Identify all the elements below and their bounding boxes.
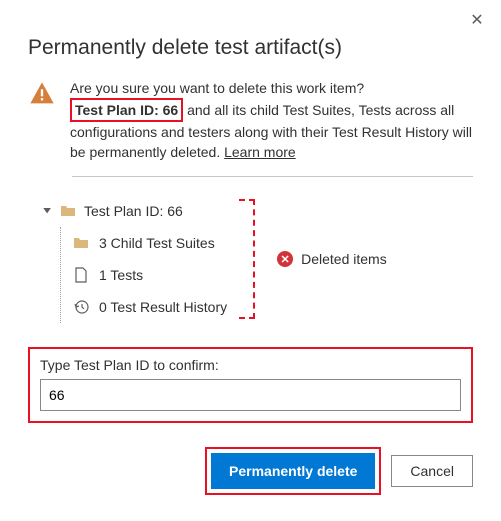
highlight-test-plan-id: Test Plan ID: 66 [70, 98, 183, 122]
tree-child-suites[interactable]: 3 Child Test Suites [61, 227, 227, 259]
deleted-items-text: Deleted items [301, 251, 387, 267]
error-icon: ✕ [277, 251, 293, 267]
cancel-button[interactable]: Cancel [391, 455, 473, 487]
deleted-items-label: ✕ Deleted items [277, 251, 387, 267]
warning-row: Are you sure you want to delete this wor… [28, 78, 473, 162]
artifact-tree: ▶ Test Plan ID: 66 3 Child Test Suites [42, 195, 227, 323]
tree-root-label: Test Plan ID: 66 [84, 203, 183, 219]
tree-child-label: 3 Child Test Suites [99, 235, 215, 251]
close-button[interactable]: ✕ [467, 10, 487, 30]
history-icon [73, 299, 89, 315]
learn-more-link[interactable]: Learn more [224, 144, 296, 160]
tree-child-tests[interactable]: 1 Tests [61, 259, 227, 291]
primary-button-highlight: Permanently delete [205, 447, 381, 495]
tree-root-row[interactable]: ▶ Test Plan ID: 66 [42, 195, 227, 227]
document-icon [73, 267, 89, 283]
divider [72, 176, 473, 177]
tree-child-label: 1 Tests [99, 267, 143, 283]
dialog-footer: Permanently delete Cancel [28, 447, 473, 495]
dialog-title: Permanently delete test artifact(s) [28, 36, 473, 60]
tree-children: 3 Child Test Suites 1 Tests 0 Test Resul… [60, 227, 227, 323]
delete-dialog: ✕ Permanently delete test artifact(s) Ar… [0, 0, 501, 515]
warning-pre: Are you sure you want to delete this wor… [70, 80, 364, 96]
chevron-down-icon: ▶ [42, 208, 53, 215]
annotation-bracket [239, 199, 255, 319]
permanently-delete-button[interactable]: Permanently delete [211, 453, 375, 489]
confirm-input[interactable] [40, 379, 461, 411]
tree-child-label: 0 Test Result History [99, 299, 227, 315]
tree-child-history[interactable]: 0 Test Result History [61, 291, 227, 323]
confirm-section: Type Test Plan ID to confirm: [28, 347, 473, 423]
confirm-label: Type Test Plan ID to confirm: [40, 357, 461, 373]
warning-text: Are you sure you want to delete this wor… [70, 78, 473, 162]
warning-icon [28, 80, 56, 108]
folder-icon [73, 235, 89, 251]
tree-section: ▶ Test Plan ID: 66 3 Child Test Suites [28, 195, 473, 323]
close-icon: ✕ [470, 10, 483, 30]
folder-icon [60, 203, 76, 219]
